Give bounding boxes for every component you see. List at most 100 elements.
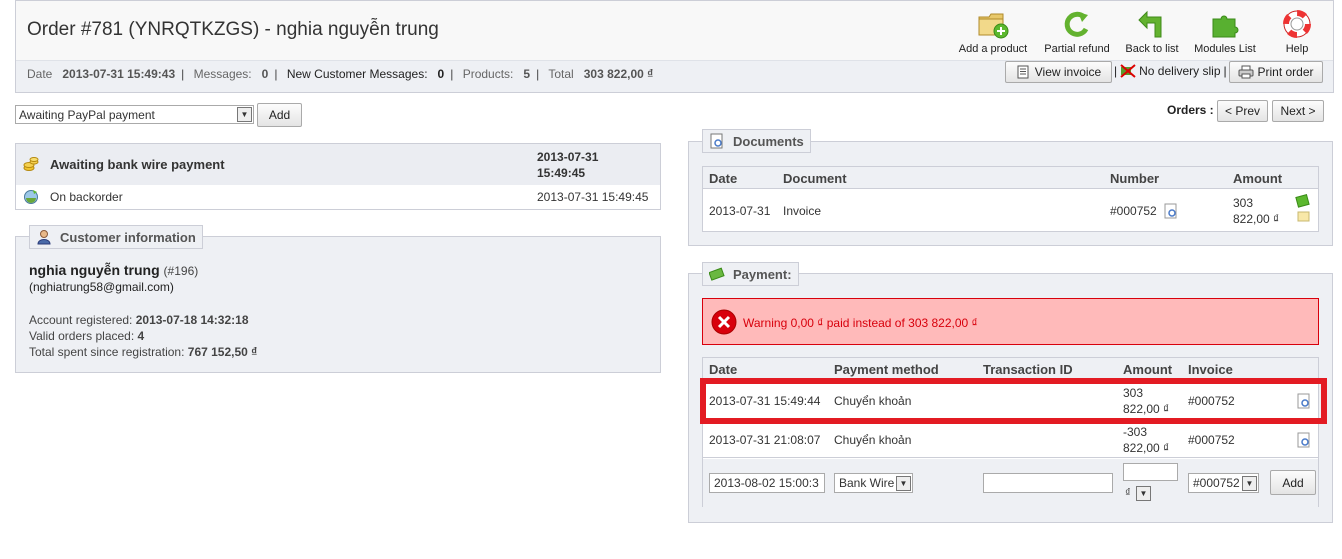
registered-value: 2013-07-18 14:32:18 xyxy=(135,313,249,327)
order-meta-line: Date 2013-07-31 15:49:43 | Messages: 0 | N… xyxy=(27,67,654,81)
help-button[interactable]: Help xyxy=(1274,7,1320,55)
col-amount: Amount xyxy=(1123,362,1173,377)
customer-stats: Account registered: 2013-07-18 14:32:18 … xyxy=(29,312,257,360)
add-product-button[interactable]: Add a product xyxy=(956,7,1030,55)
history-date: 2013-07-31 15:49:45 xyxy=(537,190,649,204)
messages-label: Messages: xyxy=(193,67,252,81)
products-label: Products: xyxy=(462,67,514,81)
add-note-icon[interactable] xyxy=(1295,194,1311,224)
add-status-button[interactable]: Add xyxy=(257,103,302,127)
doc-amount-line2: 822,00 ₫ xyxy=(1233,212,1280,226)
print-order-button[interactable]: Print order xyxy=(1229,61,1323,83)
new-messages-count: 0 xyxy=(437,67,445,81)
no-delivery-slip: | No delivery slip | xyxy=(1114,64,1227,78)
currency-select[interactable]: ₫ ▼ xyxy=(1123,485,1151,502)
table-row: 2013-07-31 21:08:07 Chuyển khoản -303 82… xyxy=(703,420,1318,458)
payment-invoice: #000752 xyxy=(1188,433,1235,447)
customer-icon xyxy=(37,230,51,245)
date-label: Date xyxy=(27,67,53,81)
payments-table-header: Date Payment method Transaction ID Amoun… xyxy=(703,358,1318,380)
total-spent-value: 767 152,50 ₫ xyxy=(187,345,258,359)
payment-amount: -303 822,00 ₫ xyxy=(1123,424,1169,456)
view-invoice-label: View invoice xyxy=(1034,65,1102,79)
order-header: Order #781 (YNRQTKZGS) - nghia nguyễn tr… xyxy=(15,0,1334,93)
chevron-down-icon: ▼ xyxy=(1136,486,1151,501)
documents-table-header: Date Document Number Amount xyxy=(703,167,1318,189)
payment-method-value: Bank Wire xyxy=(839,476,895,490)
history-row: On backorder 2013-07-31 15:49:45 xyxy=(16,185,660,209)
order-status-select[interactable]: Awaiting PayPal payment ▼ xyxy=(15,105,254,124)
partial-refund-button[interactable]: Partial refund xyxy=(1042,7,1112,55)
lifebuoy-icon xyxy=(1280,7,1314,41)
col-invoice: Invoice xyxy=(1188,362,1233,377)
new-messages-label: New Customer Messages: xyxy=(286,67,428,81)
selected-status: Awaiting PayPal payment xyxy=(19,108,155,122)
order-history: Awaiting bank wire payment 2013-07-31 15… xyxy=(15,143,661,210)
doc-amount: 303 822,00 ₫ xyxy=(1233,195,1279,227)
back-arrow-icon xyxy=(1135,7,1169,41)
col-date: Date xyxy=(709,171,738,186)
add-product-label: Add a product xyxy=(958,43,1028,55)
valid-orders-value: 4 xyxy=(137,329,145,343)
documents-legend: Documents xyxy=(702,129,811,153)
currency-value: ₫ xyxy=(1125,487,1131,499)
modules-list-label: Modules List xyxy=(1194,43,1256,55)
col-payment-method: Payment method xyxy=(834,362,939,377)
payment-date-input[interactable]: 2013-08-02 15:00:3 xyxy=(709,473,825,493)
chevron-down-icon: ▼ xyxy=(1242,476,1257,491)
payment-amount-line1: -303 xyxy=(1123,425,1148,439)
add-payment-button[interactable]: Add xyxy=(1270,470,1316,495)
view-payment-icon[interactable] xyxy=(1296,432,1312,448)
registered-label: Account registered: xyxy=(29,313,133,327)
payment-title: Payment: xyxy=(733,266,792,282)
no-delivery-slip-label: No delivery slip xyxy=(1139,64,1221,78)
messages-count: 0 xyxy=(261,67,269,81)
view-invoice-button[interactable]: View invoice xyxy=(1005,61,1112,83)
order-date: 2013-07-31 15:49:43 xyxy=(62,67,176,81)
partial-refund-label: Partial refund xyxy=(1044,43,1110,55)
history-date: 2013-07-31 15:49:45 xyxy=(537,150,599,180)
doc-number: #000752 xyxy=(1110,204,1157,218)
col-number: Number xyxy=(1110,171,1160,186)
print-order-label: Print order xyxy=(1257,65,1314,79)
doc-amount-line1: 303 xyxy=(1233,196,1254,210)
highlight-annotation xyxy=(700,378,1327,424)
customer-name-line: nghia nguyễn trung (#196) xyxy=(29,262,198,278)
header-toolbar-area: Order #781 (YNRQTKZGS) - nghia nguyễn tr… xyxy=(16,1,1333,61)
documents-table: Date Document Number Amount 2013-07-31 I… xyxy=(702,166,1319,232)
doc-type: Invoice xyxy=(783,204,822,218)
view-document-icon[interactable] xyxy=(1163,203,1179,219)
history-status: Awaiting bank wire payment xyxy=(50,157,225,172)
back-to-list-label: Back to list xyxy=(1125,43,1179,55)
add-payment-form: 2013-08-02 15:00:3 Bank Wire ▼ ₫ ▼ #0007… xyxy=(703,459,1318,507)
table-row: 2013-07-31 Invoice #000752 303 822,00 ₫ xyxy=(703,190,1318,232)
order-total: 303 822,00 ₫ xyxy=(583,67,654,81)
col-document: Document xyxy=(783,171,847,186)
next-order-button[interactable]: Next > xyxy=(1272,100,1324,122)
payment-amount-line2: 822,00 ₫ xyxy=(1123,441,1170,455)
orders-nav-label: Orders : xyxy=(1167,103,1214,117)
printer-icon xyxy=(1238,65,1254,79)
chevron-down-icon: ▼ xyxy=(237,107,252,122)
payment-method-select[interactable]: Bank Wire ▼ xyxy=(834,473,913,493)
invoice-select[interactable]: #000752 ▼ xyxy=(1188,473,1259,493)
transaction-id-input[interactable] xyxy=(983,473,1113,493)
coins-icon xyxy=(23,157,39,171)
chevron-down-icon: ▼ xyxy=(896,476,911,491)
payment-warning-text: Warning 0,00 ₫ paid instead of 303 822,0… xyxy=(743,316,978,330)
products-count: 5 xyxy=(523,67,531,81)
total-label: Total xyxy=(548,67,574,81)
modules-list-button[interactable]: Modules List xyxy=(1190,7,1260,55)
back-to-list-button[interactable]: Back to list xyxy=(1122,7,1182,55)
payment-amount-input[interactable] xyxy=(1123,463,1178,481)
page-title: Order #781 (YNRQTKZGS) - nghia nguyễn tr… xyxy=(27,19,439,40)
payment-date: 2013-07-31 21:08:07 xyxy=(709,433,821,447)
documents-icon xyxy=(710,133,723,149)
customer-info-title: Customer information xyxy=(60,229,196,245)
doc-date: 2013-07-31 xyxy=(709,204,771,218)
col-transaction-id: Transaction ID xyxy=(983,362,1073,377)
prev-order-button[interactable]: < Prev xyxy=(1217,100,1268,122)
invoice-value: #000752 xyxy=(1193,476,1240,490)
add-product-icon xyxy=(976,7,1010,41)
no-delivery-icon xyxy=(1120,64,1136,78)
